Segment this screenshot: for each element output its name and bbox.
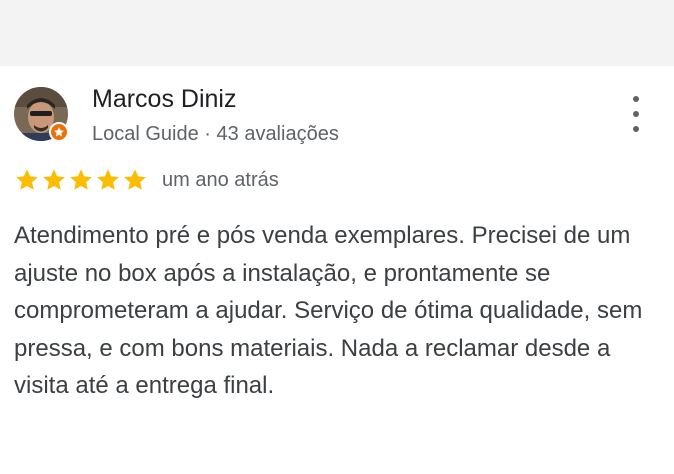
star-icon bbox=[43, 169, 65, 190]
review-text: Atendimento pré e pós venda exemplares. … bbox=[14, 222, 643, 399]
star-icon bbox=[16, 169, 38, 190]
more-vert-icon-dot bbox=[633, 126, 639, 132]
more-vert-icon bbox=[633, 96, 639, 102]
reviewer-name[interactable]: Marcos Diniz bbox=[92, 85, 236, 113]
avatar[interactable] bbox=[14, 87, 69, 142]
review-date: um ano atrás bbox=[162, 168, 279, 191]
review-card: Marcos Diniz Local Guide · 43 avaliações… bbox=[0, 66, 674, 474]
local-guide-star-icon bbox=[49, 122, 69, 142]
more-options-button[interactable] bbox=[622, 96, 650, 132]
star-icon bbox=[124, 169, 146, 190]
star-rating bbox=[14, 167, 148, 193]
reviewer-meta: Local Guide · 43 avaliações bbox=[92, 123, 339, 145]
star-icon bbox=[97, 169, 119, 190]
star-icon bbox=[70, 169, 92, 190]
more-vert-icon-dot bbox=[633, 111, 639, 117]
rating-row: um ano atrás bbox=[14, 167, 279, 193]
